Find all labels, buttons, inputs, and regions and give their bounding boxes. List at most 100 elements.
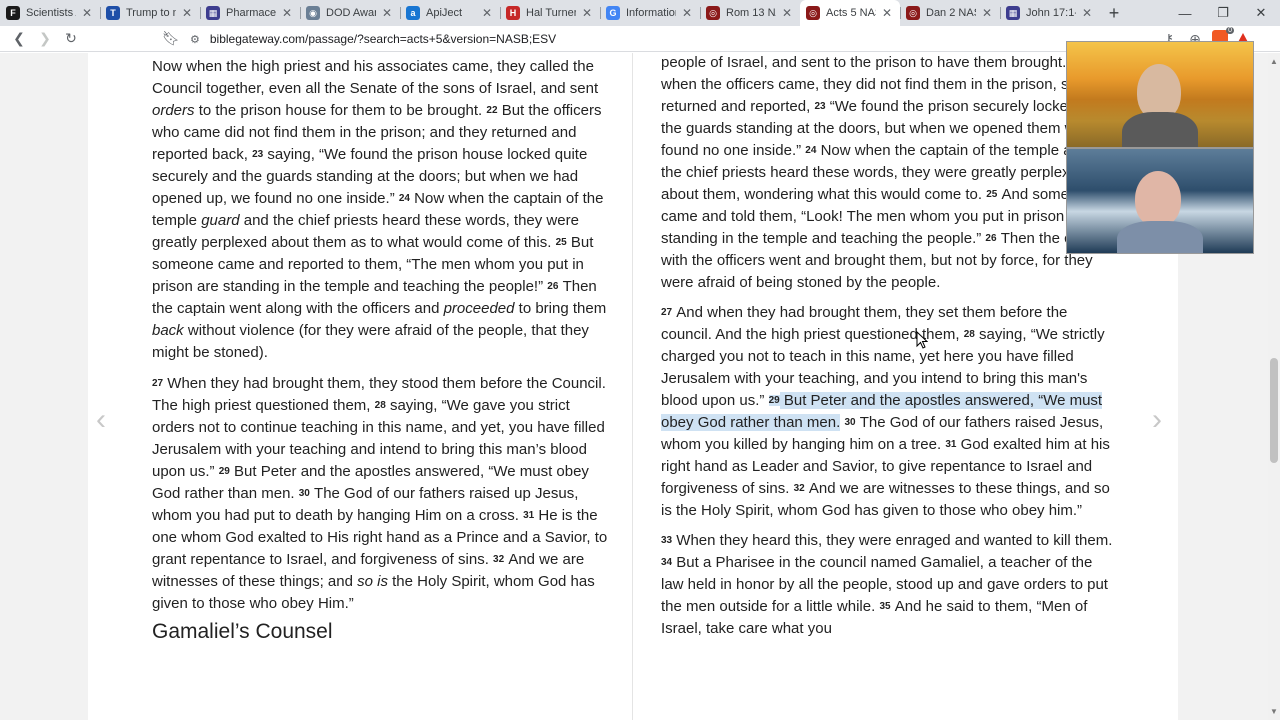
- next-chapter-arrow-icon[interactable]: ›: [1152, 403, 1162, 437]
- tab-favicon-icon: a: [406, 6, 420, 20]
- tab-favicon-icon: T: [106, 6, 120, 20]
- tab-title: John 17:1-: [1026, 7, 1076, 19]
- address-bar[interactable]: ⚙︎ biblegateway.com/passage/?search=acts…: [190, 26, 556, 52]
- verse-text: guard: [201, 212, 240, 229]
- verse-text: proceeded: [443, 300, 515, 317]
- tab-close-icon[interactable]: ✕: [180, 6, 194, 20]
- back-icon[interactable]: ❮: [6, 26, 32, 52]
- tab-title: Dan 2 NAS: [926, 7, 976, 19]
- tab-favicon-icon: ▦: [206, 6, 220, 20]
- tab-close-icon[interactable]: ✕: [880, 6, 894, 20]
- close-window-icon[interactable]: ✕: [1242, 0, 1280, 26]
- passage-column-esv: people of Israel, and sent to the prison…: [661, 53, 1113, 640]
- tab-favicon-icon: ◎: [806, 6, 820, 20]
- verse-number: 24: [398, 193, 410, 204]
- reload-icon[interactable]: ↻: [58, 26, 84, 52]
- prev-chapter-arrow-icon[interactable]: ‹: [96, 403, 106, 437]
- tab-title: ApiJect: [426, 7, 463, 19]
- verse-number: 26: [985, 233, 997, 244]
- speaker-head: [1135, 171, 1181, 227]
- maximize-icon[interactable]: ❐: [1204, 0, 1242, 26]
- shield-count: 0: [1226, 27, 1234, 34]
- tab-close-icon[interactable]: ✕: [380, 6, 394, 20]
- verse-text: orders: [152, 102, 195, 119]
- verse-number: 32: [793, 483, 805, 494]
- tab-favicon-icon: F: [6, 6, 20, 20]
- browser-tab[interactable]: ◎ Acts 5 NAS ✕: [800, 0, 900, 26]
- passage-paragraph: Now when the high priest and his associa…: [152, 56, 608, 364]
- forward-icon[interactable]: ❯: [32, 26, 58, 52]
- browser-tab[interactable]: ◉ DOD Award ✕: [300, 0, 400, 26]
- tab-title: Hal Turner: [526, 7, 576, 19]
- tab-favicon-icon: ▦: [1006, 6, 1020, 20]
- browser-tab[interactable]: H Hal Turner ✕: [500, 0, 600, 26]
- tab-close-icon[interactable]: ✕: [780, 6, 794, 20]
- bookmark-icon[interactable]: 🔖︎: [158, 26, 184, 52]
- passage-paragraph: 27 And when they had brought them, they …: [661, 302, 1113, 522]
- browser-tab[interactable]: F Scientists A ✕: [0, 0, 100, 26]
- passage-column-nasb: Now when the high priest and his associa…: [152, 56, 608, 643]
- speaker-body: [1122, 112, 1198, 147]
- tab-list: FScientists A✕TTrump to ne✕▦Pharmaceut✕◉…: [0, 0, 1100, 26]
- verse-number: 22: [486, 105, 498, 116]
- tab-title: Trump to ne: [126, 7, 176, 19]
- browser-tab[interactable]: ▦ Pharmaceut ✕: [200, 0, 300, 26]
- tab-title: Acts 5 NAS: [826, 7, 876, 19]
- verse-number: 25: [555, 237, 567, 248]
- browser-tab[interactable]: T Trump to ne ✕: [100, 0, 200, 26]
- verse-text: back: [152, 322, 184, 339]
- tab-title: Scientists A: [26, 7, 76, 19]
- verse-number: 27: [152, 378, 164, 389]
- browser-tab[interactable]: ◎ Dan 2 NAS ✕: [900, 0, 1000, 26]
- tab-close-icon[interactable]: ✕: [280, 6, 294, 20]
- verse-number: 23: [252, 149, 264, 160]
- verse-number: 24: [805, 145, 817, 156]
- scrollbar-thumb[interactable]: [1270, 358, 1278, 463]
- browser-tab[interactable]: a ApiJect ✕: [400, 0, 500, 26]
- verse-number: 29: [768, 395, 780, 406]
- scroll-down-icon[interactable]: ▼: [1270, 707, 1278, 716]
- site-info-icon[interactable]: ⚙︎: [190, 33, 200, 46]
- tab-title: DOD Award: [326, 7, 376, 19]
- verse-number: 26: [547, 281, 559, 292]
- verse-text: so is: [357, 573, 388, 590]
- webcam-feed-1: [1066, 41, 1254, 148]
- verse-number: 35: [879, 601, 891, 612]
- new-tab-button[interactable]: +: [1100, 0, 1128, 26]
- tab-close-icon[interactable]: ✕: [480, 6, 494, 20]
- tab-strip: FScientists A✕TTrump to ne✕▦Pharmaceut✕◉…: [0, 0, 1280, 26]
- page-scrollbar[interactable]: ▲ ▼: [1268, 53, 1280, 720]
- verse-text: people of Israel, and sent to the prison…: [661, 54, 1071, 71]
- tab-close-icon[interactable]: ✕: [1080, 6, 1094, 20]
- verse-number: 31: [523, 510, 535, 521]
- passage-paragraph: people of Israel, and sent to the prison…: [661, 53, 1113, 294]
- tab-close-icon[interactable]: ✕: [980, 6, 994, 20]
- tab-favicon-icon: G: [606, 6, 620, 20]
- verse-number: 25: [986, 189, 998, 200]
- scroll-up-icon[interactable]: ▲: [1270, 57, 1278, 66]
- verse-text: without violence (for they were afraid o…: [152, 322, 589, 361]
- section-heading: Gamaliel’s Counsel: [152, 620, 333, 643]
- tab-title: Pharmaceut: [226, 7, 276, 19]
- verse-number: 30: [298, 488, 310, 499]
- passage-paragraph: 33 When they heard this, they were enrag…: [661, 530, 1113, 640]
- minimize-icon[interactable]: —: [1166, 0, 1204, 26]
- column-divider: [632, 53, 633, 720]
- browser-tab[interactable]: ◎ Rom 13 NA ✕: [700, 0, 800, 26]
- tab-close-icon[interactable]: ✕: [80, 6, 94, 20]
- tab-close-icon[interactable]: ✕: [680, 6, 694, 20]
- browser-tab[interactable]: ▦ John 17:1- ✕: [1000, 0, 1100, 26]
- verse-text: Now when the high priest and his associa…: [152, 58, 599, 97]
- browser-tab[interactable]: G Information ✕: [600, 0, 700, 26]
- tab-close-icon[interactable]: ✕: [580, 6, 594, 20]
- tab-favicon-icon: ◉: [306, 6, 320, 20]
- tab-favicon-icon: ◎: [906, 6, 920, 20]
- verse-number: 34: [661, 557, 673, 568]
- verse-number: 30: [844, 417, 856, 428]
- verse-number: 28: [374, 400, 386, 411]
- verse-number: 27: [661, 307, 673, 318]
- mouse-cursor-icon: [916, 331, 928, 349]
- speaker-body: [1117, 221, 1203, 253]
- tab-title: Information: [626, 7, 676, 19]
- tab-favicon-icon: H: [506, 6, 520, 20]
